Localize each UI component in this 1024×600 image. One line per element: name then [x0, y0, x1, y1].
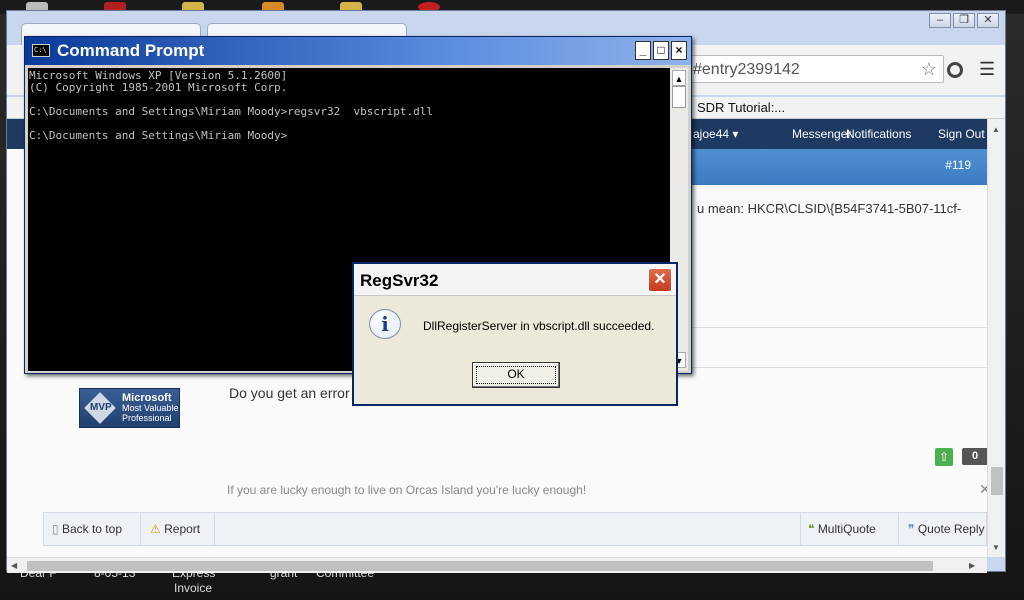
- scroll-up-arrow-icon[interactable]: ▲: [672, 70, 686, 86]
- mvp-caption: Microsoft Most Valuable Professional: [122, 392, 179, 424]
- regsvr32-dialog: RegSvr32 × i DllRegisterServer in vbscri…: [352, 262, 678, 406]
- console-line: C:\Documents and Settings\Miriam Moody>: [29, 129, 288, 142]
- page-icon: ▯: [52, 522, 59, 536]
- scroll-thumb[interactable]: [991, 467, 1003, 495]
- cmd-icon: C:\: [32, 44, 50, 57]
- vote-count: 0: [962, 448, 987, 465]
- mvp-badge-text: MVP: [90, 402, 112, 413]
- post-number[interactable]: #119: [945, 158, 971, 172]
- cmd-title-bar[interactable]: C:\ Command Prompt _ □ ×: [25, 37, 691, 65]
- report-button[interactable]: ⚠ Report: [150, 513, 200, 545]
- cmd-window-controls: _ □ ×: [635, 41, 687, 60]
- warning-icon: ⚠: [150, 522, 161, 536]
- quote-reply-button[interactable]: ❞ Quote Reply: [908, 513, 985, 545]
- multiquote-button[interactable]: ❝ MultiQuote: [808, 513, 876, 545]
- separator: [214, 513, 215, 545]
- nav-notifications[interactable]: Notifications: [846, 127, 911, 141]
- vote-up-button[interactable]: ⇧: [935, 448, 953, 466]
- minimize-button[interactable]: _: [635, 41, 651, 60]
- nav-user[interactable]: ajoe44 ▾: [693, 127, 738, 141]
- star-icon[interactable]: ☆: [921, 59, 937, 80]
- quote-icon: ❞: [908, 522, 915, 536]
- page-vertical-scrollbar[interactable]: ▲ ▼: [987, 119, 1005, 557]
- close-button[interactable]: ×: [648, 268, 672, 292]
- bookmark-item[interactable]: SDR Tutorial:...: [697, 100, 785, 115]
- post-signature: If you are lucky enough to live on Orcas…: [227, 483, 587, 497]
- dialog-title: RegSvr32: [360, 271, 439, 290]
- console-line: (C) Copyright 1985-2001 Microsoft Corp.: [29, 81, 288, 94]
- close-icon[interactable]: ✕: [979, 481, 987, 498]
- info-icon: i: [369, 309, 401, 339]
- focus-ring: [476, 366, 556, 384]
- scroll-left-arrow-icon[interactable]: ◀: [11, 561, 17, 570]
- ok-button[interactable]: OK: [472, 362, 560, 388]
- post-text: u mean: HKCR\CLSID\{B54F3741-5B07-11cf-: [697, 201, 962, 216]
- console-line: C:\Documents and Settings\Miriam Moody>r…: [29, 105, 433, 118]
- separator: [800, 513, 801, 545]
- cmd-title: Command Prompt: [57, 41, 205, 60]
- back-to-top-button[interactable]: ▯ Back to top: [52, 513, 122, 545]
- separator: [898, 513, 899, 545]
- close-button[interactable]: ✕: [977, 13, 999, 28]
- maximize-button[interactable]: ❐: [953, 13, 975, 28]
- window-controls: – ❐ ✕: [929, 13, 999, 28]
- post-footer: ▯ Back to top ⚠ Report ❝ MultiQuote ❞ Qu…: [43, 512, 987, 546]
- scroll-thumb[interactable]: [27, 561, 933, 571]
- dialog-title-bar[interactable]: RegSvr32 ×: [354, 264, 676, 296]
- page-horizontal-scrollbar[interactable]: ◀ ▶: [7, 557, 987, 573]
- scroll-down-arrow-icon[interactable]: ▼: [992, 543, 1000, 552]
- nav-signout[interactable]: Sign Out: [938, 127, 985, 141]
- nav-messenger[interactable]: Messenger: [792, 127, 851, 141]
- minimize-button[interactable]: –: [929, 13, 951, 28]
- maximize-button[interactable]: □: [653, 41, 669, 60]
- separator: [140, 513, 141, 545]
- scroll-right-arrow-icon[interactable]: ▶: [969, 561, 975, 570]
- post-body: Do you get an error: [229, 385, 350, 401]
- scroll-up-arrow-icon[interactable]: ▲: [992, 125, 1000, 134]
- menu-icon[interactable]: ☰: [979, 59, 995, 80]
- address-text: #entry2399142: [693, 61, 800, 78]
- close-button[interactable]: ×: [671, 41, 687, 60]
- mvp-badge: MVP Microsoft Most Valuable Professional: [79, 388, 180, 428]
- extension-icon[interactable]: [947, 62, 963, 78]
- scroll-thumb[interactable]: [672, 86, 686, 108]
- address-bar[interactable]: #entry2399142 ☆: [682, 55, 944, 83]
- desktop-icon-label[interactable]: Invoice: [174, 581, 212, 595]
- dialog-message: DllRegisterServer in vbscript.dll succee…: [423, 319, 655, 333]
- multiquote-icon: ❝: [808, 522, 815, 536]
